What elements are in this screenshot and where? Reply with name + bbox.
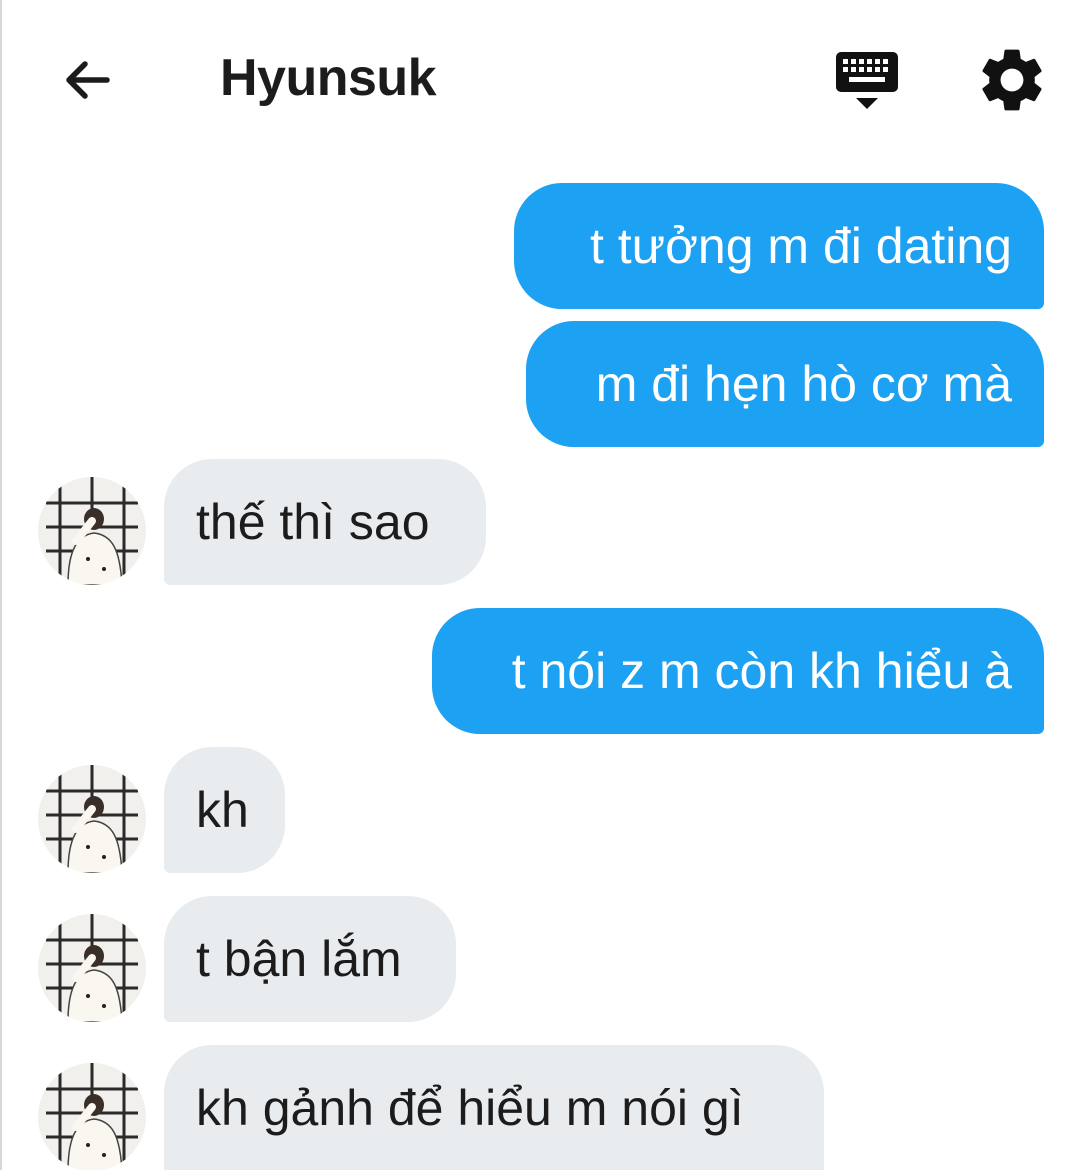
message-bubble-outgoing[interactable]: t nói z m còn kh hiểu à xyxy=(432,608,1044,734)
arrow-left-icon xyxy=(66,61,110,99)
message-bubble-outgoing[interactable]: m đi hẹn hò cơ mà xyxy=(526,321,1044,447)
gear-icon xyxy=(982,49,1042,111)
back-button[interactable] xyxy=(52,45,122,115)
keyboard-toggle-button[interactable] xyxy=(830,46,904,116)
message-text: thế thì sao xyxy=(196,494,430,550)
message-bubble-incoming[interactable]: kh xyxy=(164,747,285,873)
message-bubble-incoming[interactable]: kh gảnh để hiểu m nói gì xyxy=(164,1045,824,1170)
avatar[interactable] xyxy=(38,1063,146,1170)
message-bubble-incoming[interactable]: thế thì sao xyxy=(164,459,486,585)
message-text: t tưởng m đi dating xyxy=(589,218,1012,274)
message-text: t bận lắm xyxy=(196,931,402,987)
chat-header: Hyunsuk xyxy=(2,0,1080,155)
avatar[interactable] xyxy=(38,765,146,873)
message-bubble-outgoing[interactable]: t tưởng m đi dating xyxy=(514,183,1044,309)
message-text: kh xyxy=(196,782,249,838)
page-title[interactable]: Hyunsuk xyxy=(220,46,437,110)
keyboard-icon xyxy=(836,52,898,109)
avatar[interactable] xyxy=(38,914,146,1022)
message-text: t nói z m còn kh hiểu à xyxy=(511,643,1012,699)
settings-button[interactable] xyxy=(974,42,1050,118)
avatar[interactable] xyxy=(38,477,146,585)
message-text: m đi hẹn hò cơ mà xyxy=(595,356,1012,412)
chat-screen: Hyunsuk t tưởng m đi dating m đi hẹn hò … xyxy=(0,0,1080,1170)
message-bubble-incoming[interactable]: t bận lắm xyxy=(164,896,456,1022)
message-text: kh gảnh để hiểu m nói gì xyxy=(196,1079,744,1136)
